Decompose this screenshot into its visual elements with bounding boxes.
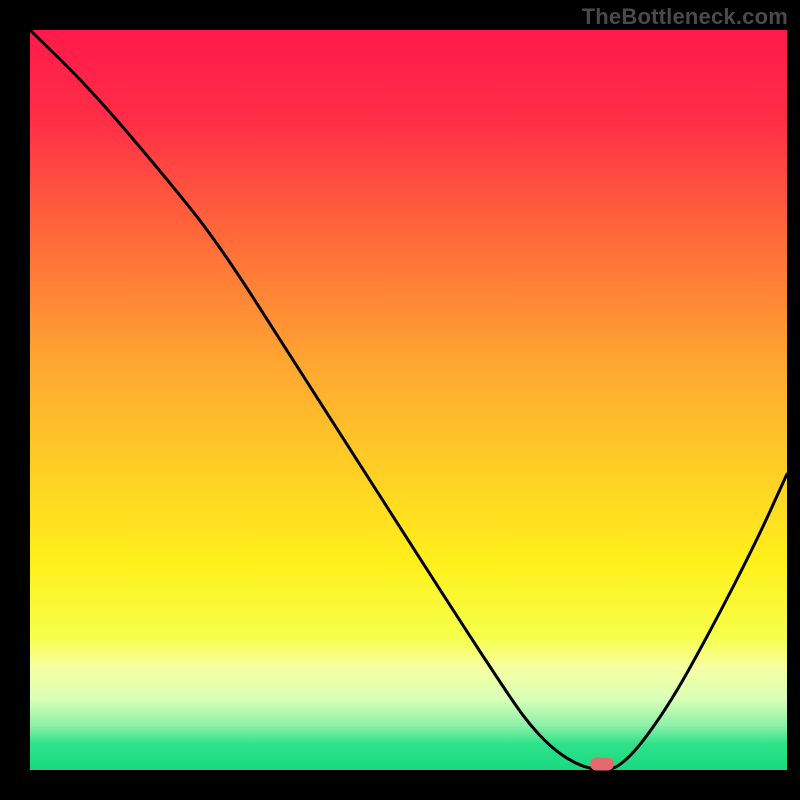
plot-svg — [30, 30, 787, 770]
chart-frame: TheBottleneck.com — [0, 0, 800, 800]
gradient-background — [30, 30, 787, 770]
optimal-point-marker — [590, 758, 614, 771]
plot-area — [30, 30, 787, 770]
watermark-text: TheBottleneck.com — [582, 4, 788, 30]
